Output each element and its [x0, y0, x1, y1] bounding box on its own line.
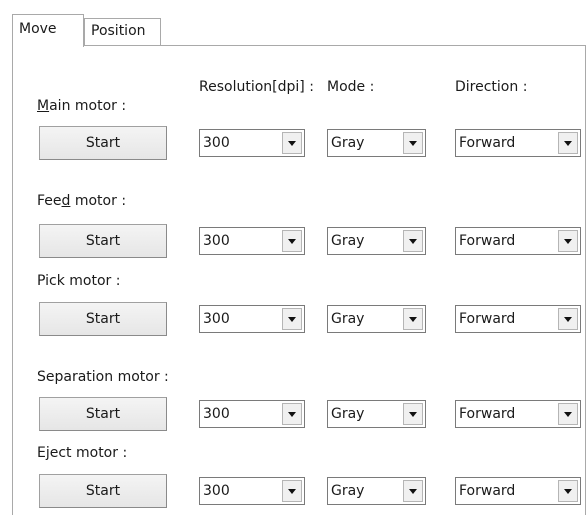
main-motor-start-button[interactable]: Start: [39, 126, 167, 160]
main-motor-mode-select[interactable]: Gray: [327, 129, 426, 157]
eject-motor-direction-value: Forward: [459, 483, 516, 499]
feed-motor-label: Feed motor :: [37, 192, 126, 210]
chevron-down-icon[interactable]: [558, 403, 578, 425]
chevron-down-icon[interactable]: [282, 480, 302, 502]
chevron-down-icon[interactable]: [403, 403, 423, 425]
separation-motor-direction-select[interactable]: Forward: [455, 400, 581, 428]
pick-motor-label: Pick motor :: [37, 272, 120, 290]
main-motor-direction-value: Forward: [459, 135, 516, 151]
feed-motor-direction-value: Forward: [459, 233, 516, 249]
pick-motor-mode-value: Gray: [331, 311, 365, 327]
pick-motor-mode-select[interactable]: Gray: [327, 305, 426, 333]
separation-motor-label-text: Separation motor :: [37, 369, 169, 385]
chevron-down-icon[interactable]: [282, 132, 302, 154]
separation-motor-mode-select[interactable]: Gray: [327, 400, 426, 428]
separation-motor-label: Separation motor :: [37, 368, 169, 386]
pick-motor-resolution-value: 300: [203, 311, 230, 327]
feed-motor-label-text: Fee: [37, 193, 62, 209]
pick-motor-resolution-select[interactable]: 300: [199, 305, 305, 333]
pick-motor-label-text: Pick motor :: [37, 273, 121, 289]
main-motor-label-rest: ain motor :: [49, 98, 127, 114]
feed-motor-mode-select[interactable]: Gray: [327, 227, 426, 255]
tab-move[interactable]: Move: [12, 14, 84, 47]
resolution-header: Resolution[dpi] :: [199, 79, 314, 95]
eject-motor-mode-select[interactable]: Gray: [327, 477, 426, 505]
chevron-down-icon[interactable]: [558, 230, 578, 252]
chevron-down-icon[interactable]: [282, 230, 302, 252]
chevron-down-icon[interactable]: [403, 230, 423, 252]
tab-move-label: Move: [19, 21, 57, 37]
tab-position-label: Position: [91, 23, 146, 39]
chevron-down-icon[interactable]: [558, 132, 578, 154]
mode-header: Mode :: [327, 79, 375, 95]
eject-motor-resolution-select[interactable]: 300: [199, 477, 305, 505]
chevron-down-icon[interactable]: [282, 403, 302, 425]
chevron-down-icon[interactable]: [403, 132, 423, 154]
feed-motor-resolution-select[interactable]: 300: [199, 227, 305, 255]
main-motor-direction-select[interactable]: Forward: [455, 129, 581, 157]
separation-motor-mode-value: Gray: [331, 406, 365, 422]
pick-motor-direction-select[interactable]: Forward: [455, 305, 581, 333]
chevron-down-icon[interactable]: [403, 308, 423, 330]
separation-motor-resolution-select[interactable]: 300: [199, 400, 305, 428]
eject-motor-direction-select[interactable]: Forward: [455, 477, 581, 505]
main-motor-label-accesskey: M: [37, 98, 50, 114]
feed-motor-label-rest: motor :: [70, 193, 127, 209]
main-motor-label: Main motor :: [37, 97, 126, 115]
direction-header: Direction :: [455, 79, 528, 95]
feed-motor-direction-select[interactable]: Forward: [455, 227, 581, 255]
feed-motor-mode-value: Gray: [331, 233, 365, 249]
pick-motor-start-button[interactable]: Start: [39, 302, 167, 336]
feed-motor-resolution-value: 300: [203, 233, 230, 249]
motor-test-window: Move Position Resolution[dpi] : Mode : D…: [0, 0, 587, 515]
main-motor-resolution-value: 300: [203, 135, 230, 151]
chevron-down-icon[interactable]: [282, 308, 302, 330]
chevron-down-icon[interactable]: [558, 480, 578, 502]
pick-motor-direction-value: Forward: [459, 311, 516, 327]
separation-motor-direction-value: Forward: [459, 406, 516, 422]
chevron-down-icon[interactable]: [403, 480, 423, 502]
eject-motor-label: Eject motor :: [37, 444, 127, 462]
eject-motor-label-text: Eject motor :: [37, 445, 128, 461]
separation-motor-resolution-value: 300: [203, 406, 230, 422]
eject-motor-start-button[interactable]: Start: [39, 474, 167, 508]
separation-motor-start-button[interactable]: Start: [39, 397, 167, 431]
feed-motor-start-button[interactable]: Start: [39, 224, 167, 258]
eject-motor-resolution-value: 300: [203, 483, 230, 499]
main-motor-resolution-select[interactable]: 300: [199, 129, 305, 157]
main-motor-mode-value: Gray: [331, 135, 365, 151]
eject-motor-mode-value: Gray: [331, 483, 365, 499]
tab-position[interactable]: Position: [84, 18, 161, 46]
chevron-down-icon[interactable]: [558, 308, 578, 330]
